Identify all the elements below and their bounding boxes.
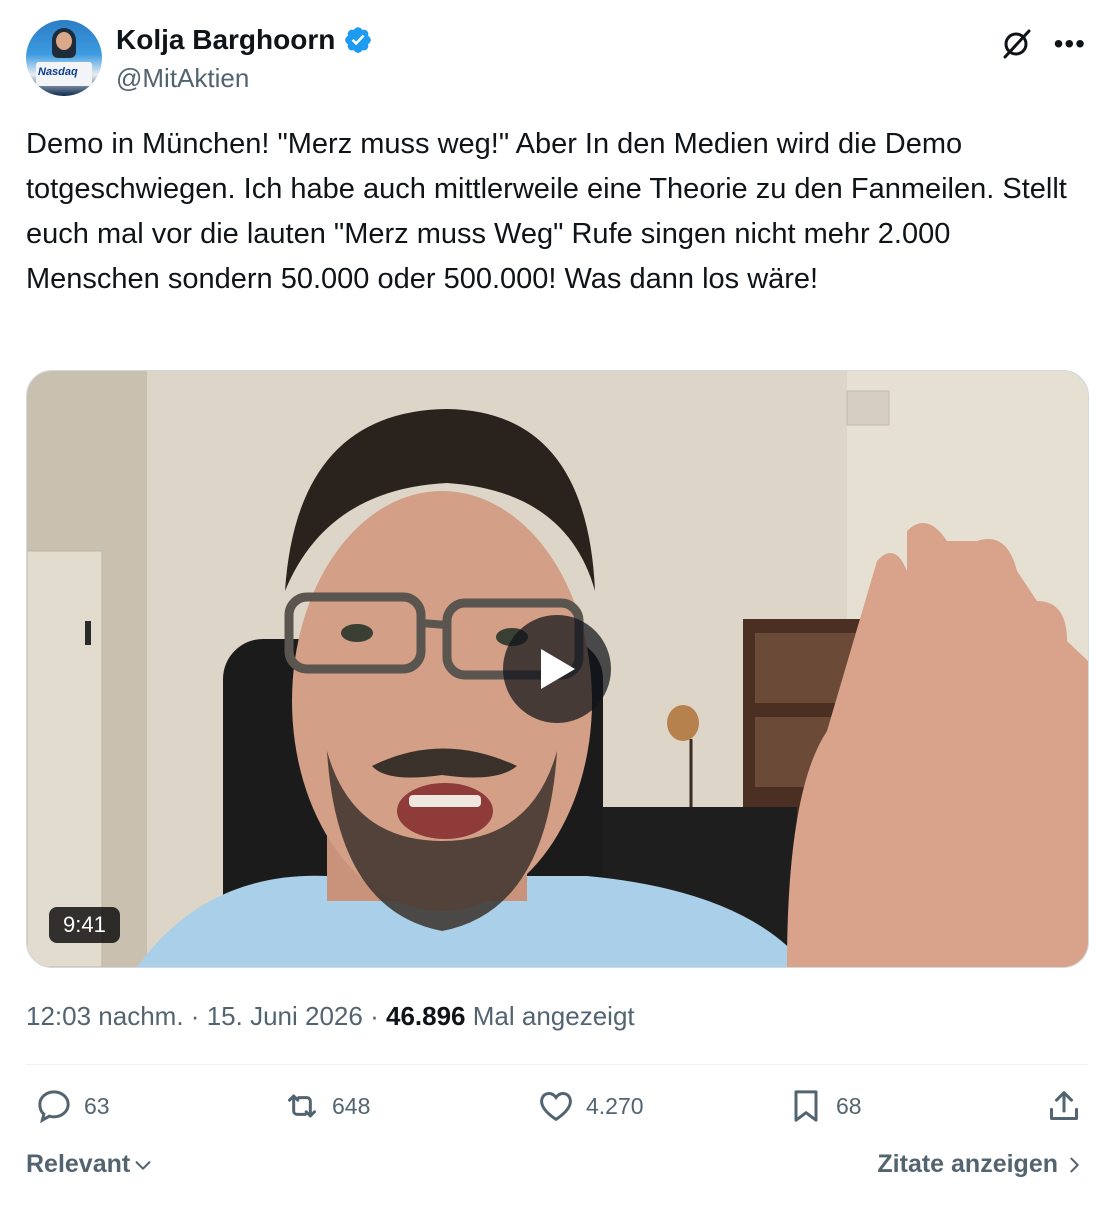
tweet-text: Demo in München! "Merz muss weg!" Aber I… (26, 128, 1075, 295)
video-duration: 9:41 (49, 907, 120, 943)
like-button[interactable]: 4.270 (536, 1086, 644, 1126)
repost-count: 648 (332, 1092, 371, 1119)
quotes-label[interactable]: Zitate anzeigen (877, 1150, 1058, 1179)
video-player[interactable]: 9:41 (26, 370, 1089, 968)
bookmark-button[interactable]: 68 (786, 1086, 862, 1126)
tweet-date[interactable]: 15. Juni 2026 (207, 1001, 363, 1031)
chevron-right-icon (1070, 1157, 1079, 1172)
sort-label[interactable]: Relevant (26, 1150, 130, 1179)
divider (26, 1064, 1088, 1065)
views-count: 46.896 (385, 1001, 466, 1031)
action-bar: 63 648 4.270 68 (26, 1086, 1088, 1136)
author-info: Kolja Barghoorn @MitAktien (116, 22, 373, 96)
avatar[interactable]: Nasdaq (26, 20, 102, 96)
author-handle[interactable]: @MitAktien (116, 60, 373, 96)
verified-badge-icon (345, 27, 372, 53)
quotes-link[interactable]: Zitate anzeigen (877, 1150, 1084, 1179)
replies-footer: Relevant Zitate anzeigen (26, 1150, 1084, 1190)
tweet-meta: 12:03 nachm. · 15. Juni 2026 · 46.896 Ma… (26, 998, 635, 1034)
reply-icon (38, 1090, 70, 1124)
more-options-icon[interactable]: ••• (1054, 30, 1086, 58)
meta-separator: · (370, 1001, 379, 1031)
avatar-logo-text: Nasdaq (38, 66, 78, 78)
author-name-row[interactable]: Kolja Barghoorn (116, 22, 373, 58)
repost-button[interactable]: 648 (282, 1086, 370, 1126)
header-actions: ••• (998, 26, 1086, 62)
reply-button[interactable]: 63 (34, 1086, 110, 1126)
share-button[interactable] (1044, 1086, 1084, 1126)
tweet-header: Nasdaq Kolja Barghoorn @MitAktien ••• (26, 20, 1086, 100)
avatar-face (56, 32, 72, 50)
meta-separator: · (190, 1001, 200, 1031)
tweet-time[interactable]: 12:03 nachm. (26, 1001, 184, 1031)
grok-icon[interactable] (998, 26, 1034, 62)
bookmark-count: 68 (836, 1092, 862, 1119)
heart-icon (540, 1091, 572, 1122)
reply-count: 63 (84, 1092, 110, 1119)
play-button[interactable] (503, 615, 611, 723)
author-display-name[interactable]: Kolja Barghoorn (116, 22, 335, 58)
bookmark-icon (794, 1090, 818, 1122)
chevron-down-icon (135, 1160, 151, 1170)
repost-icon (288, 1094, 316, 1118)
share-icon (1050, 1091, 1078, 1120)
like-count: 4.270 (586, 1092, 644, 1119)
play-icon (541, 649, 575, 689)
views-label: Mal angezeigt (472, 1001, 635, 1031)
sort-selector[interactable]: Relevant (26, 1150, 154, 1179)
